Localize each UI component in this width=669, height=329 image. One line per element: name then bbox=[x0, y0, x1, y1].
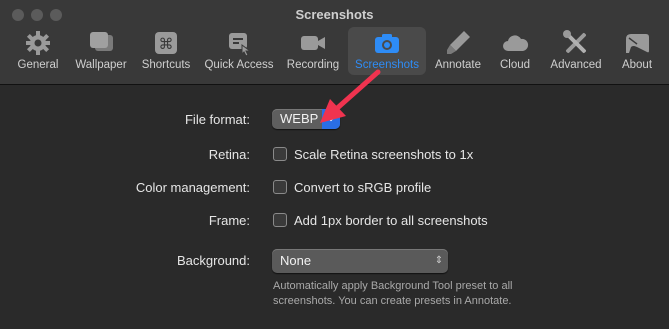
tab-label: Wallpaper bbox=[75, 59, 127, 71]
tab-quick-access[interactable]: Quick Access bbox=[202, 27, 276, 75]
tab-about[interactable]: About bbox=[614, 27, 660, 75]
retina-option[interactable]: Scale Retina screenshots to 1x bbox=[273, 147, 473, 162]
svg-text:⌘: ⌘ bbox=[159, 35, 174, 53]
frame-label: Frame: bbox=[208, 213, 250, 228]
tab-label: Cloud bbox=[499, 59, 531, 71]
background-value: None bbox=[280, 253, 312, 268]
color-management-label: Color management: bbox=[135, 180, 250, 195]
wallpaper-icon bbox=[71, 29, 131, 57]
tools-icon bbox=[544, 29, 608, 57]
preferences-window: Screenshots General Wallpaper ⌘ Shortcut… bbox=[0, 0, 669, 329]
annotation-arrow bbox=[320, 69, 381, 123]
retina-option-label: Scale Retina screenshots to 1x bbox=[294, 147, 474, 162]
video-camera-icon bbox=[282, 29, 344, 57]
tab-label: Shortcuts bbox=[141, 59, 191, 71]
tab-shortcuts[interactable]: ⌘ Shortcuts bbox=[136, 27, 196, 75]
tab-wallpaper[interactable]: Wallpaper bbox=[71, 27, 131, 75]
camera-icon bbox=[348, 29, 426, 57]
tab-advanced[interactable]: Advanced bbox=[544, 27, 608, 75]
file-format-label: File format: bbox=[184, 112, 250, 127]
frame-option[interactable]: Add 1px border to all screenshots bbox=[273, 213, 488, 228]
srgb-option-label: Convert to sRGB profile bbox=[294, 180, 432, 195]
color-management-option[interactable]: Convert to sRGB profile bbox=[273, 180, 431, 195]
background-select[interactable]: None ⇕ bbox=[272, 249, 448, 273]
tab-general[interactable]: General bbox=[10, 27, 66, 75]
tab-label: Quick Access bbox=[204, 59, 274, 71]
background-help-text: Automatically apply Background Tool pres… bbox=[273, 280, 513, 307]
tab-label: Advanced bbox=[550, 59, 602, 71]
tab-label: General bbox=[17, 59, 59, 71]
srgb-checkbox[interactable] bbox=[273, 180, 287, 194]
retina-checkbox[interactable] bbox=[273, 147, 287, 161]
chevron-up-down-icon: ⇕ bbox=[434, 255, 444, 266]
command-key-icon: ⌘ bbox=[136, 29, 196, 57]
marker-icon bbox=[430, 29, 486, 57]
tab-label: Annotate bbox=[434, 59, 482, 71]
retina-label: Retina: bbox=[208, 147, 250, 162]
tab-label: About bbox=[621, 59, 653, 71]
gear-icon bbox=[10, 29, 66, 57]
background-label: Background: bbox=[177, 253, 250, 268]
window-title: Screenshots bbox=[295, 7, 374, 22]
tab-annotate[interactable]: Annotate bbox=[430, 27, 486, 75]
border-checkbox[interactable] bbox=[273, 213, 287, 227]
about-icon bbox=[614, 29, 660, 57]
border-option-label: Add 1px border to all screenshots bbox=[294, 213, 488, 228]
quick-access-icon bbox=[202, 29, 276, 57]
cloud-icon bbox=[492, 29, 538, 57]
tab-cloud[interactable]: Cloud bbox=[492, 27, 538, 75]
